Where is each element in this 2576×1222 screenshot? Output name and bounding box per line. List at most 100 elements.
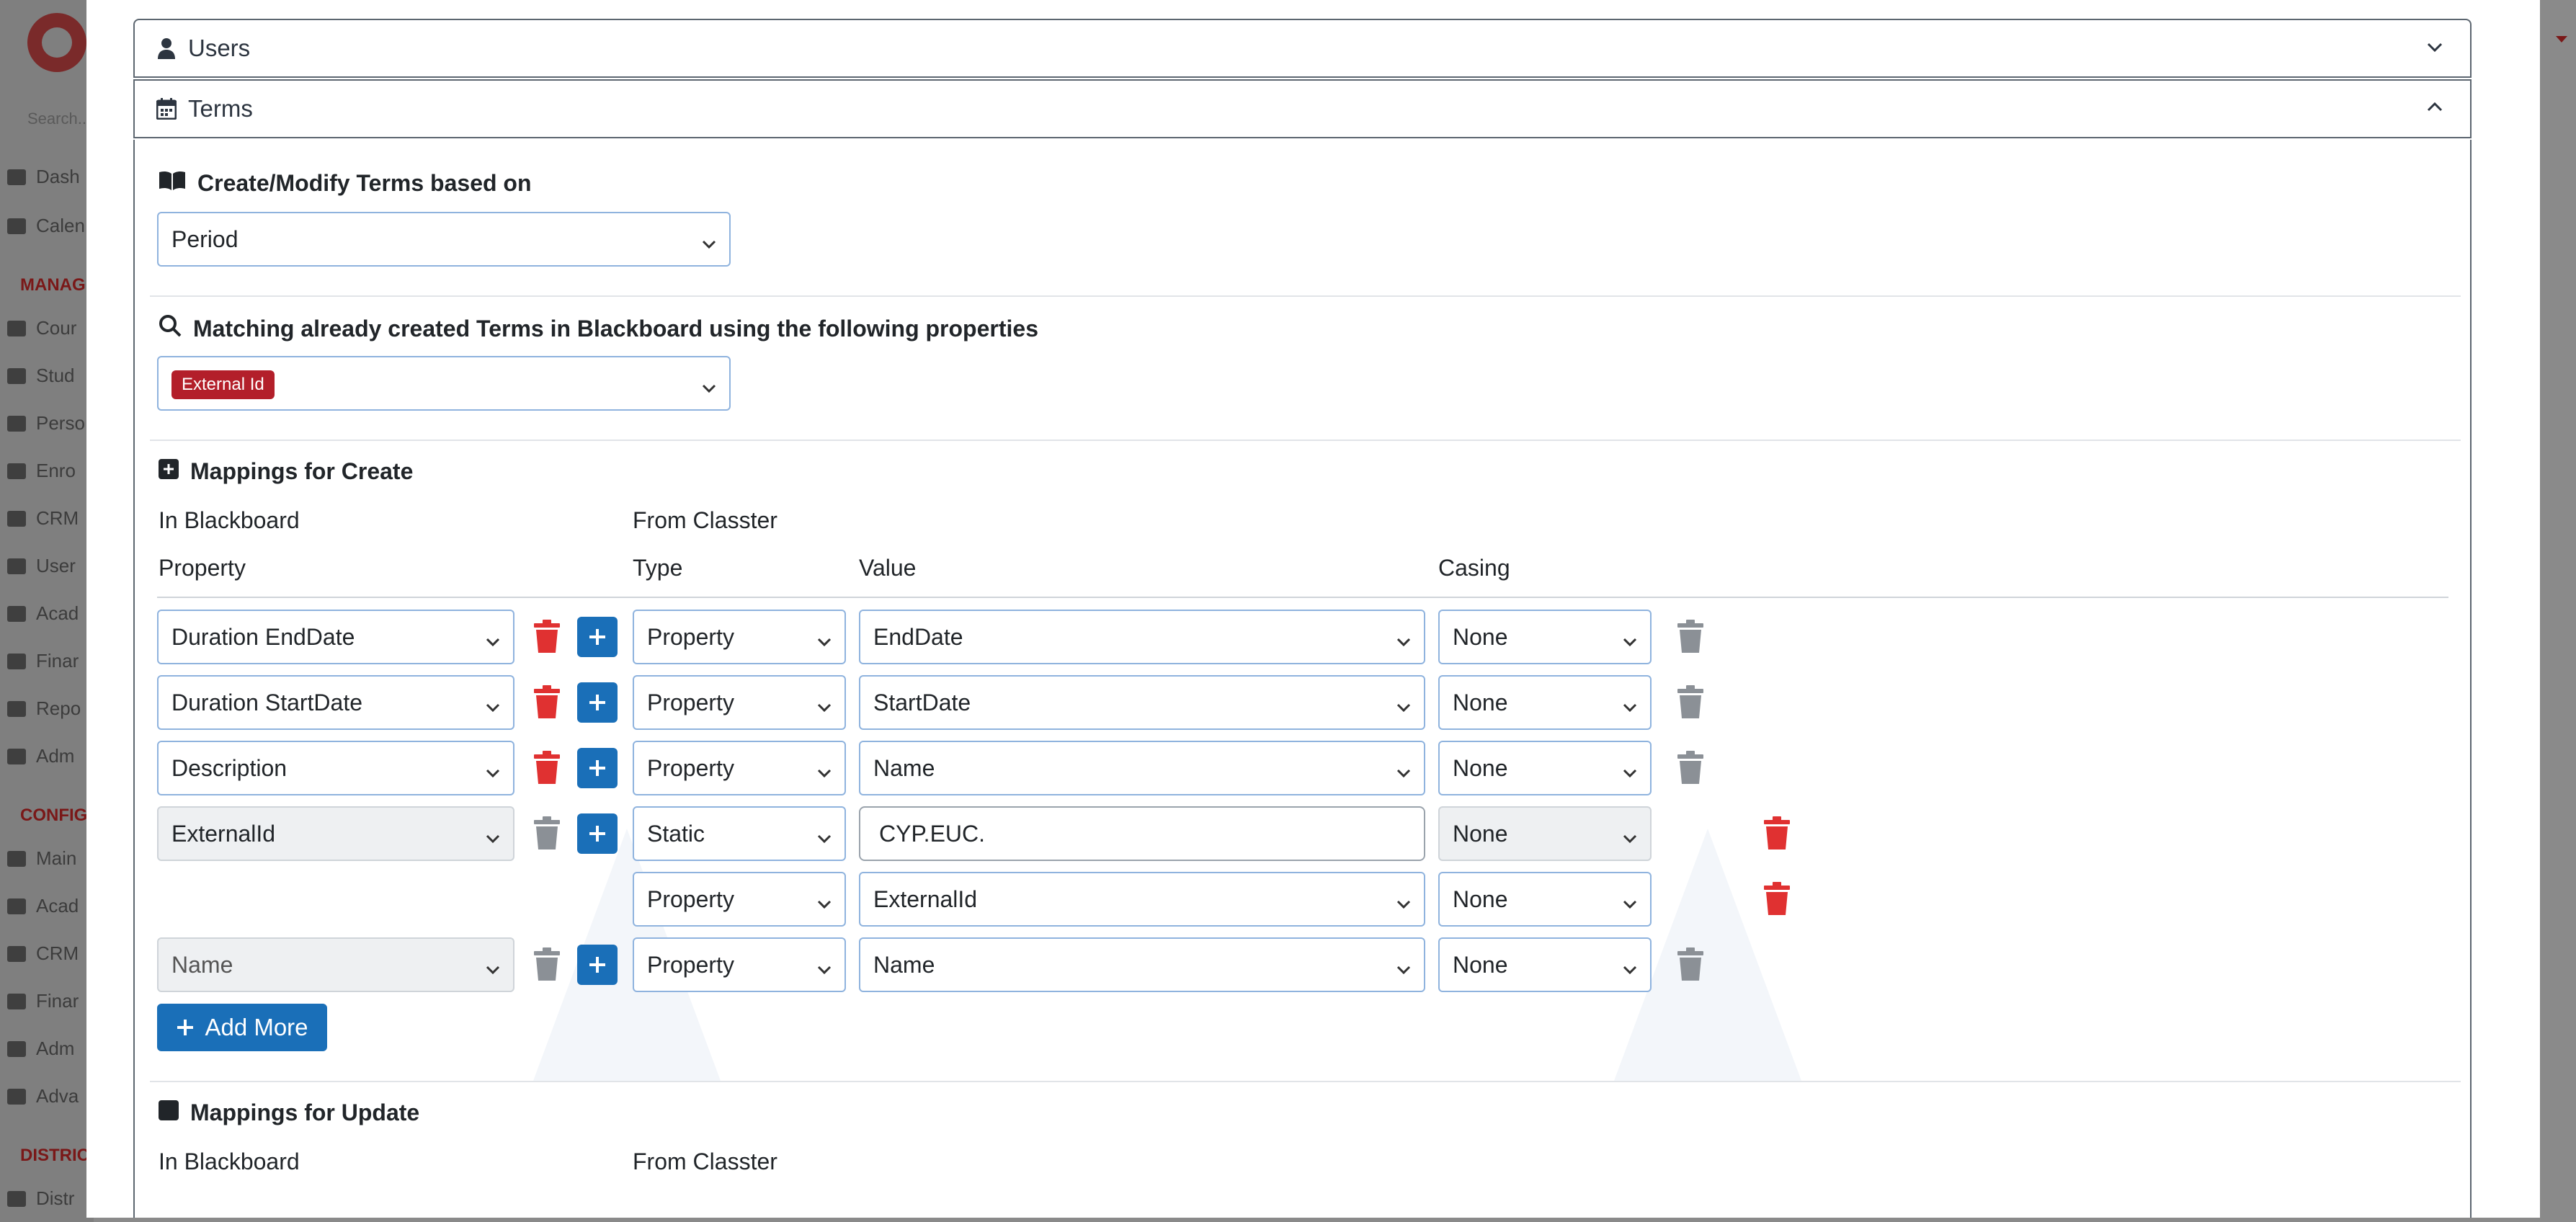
mapping-type-select[interactable]: Property <box>633 741 846 795</box>
chevron-down-icon <box>700 232 718 259</box>
sidebar-section-config: CONFIG <box>20 806 88 825</box>
sidebar-item-dashboard[interactable]: Dash <box>7 166 80 188</box>
mapping-casing-select[interactable]: None <box>1438 872 1652 927</box>
mapping-property-select[interactable]: Duration StartDate <box>157 675 514 730</box>
delete-value-trash-icon[interactable] <box>1762 882 1791 917</box>
accordion-users-label: Users <box>188 35 251 61</box>
add-value-button[interactable] <box>577 682 618 723</box>
sidebar-item-admin[interactable]: Adm <box>7 745 74 767</box>
column-header-casing: Casing <box>1438 555 1510 581</box>
mapping-type-select[interactable]: Property <box>633 937 846 992</box>
sidebar-item-enrollments[interactable]: Enro <box>7 460 76 482</box>
mapping-property-select[interactable]: Duration EndDate <box>157 610 514 664</box>
accordion-terms-header[interactable]: Terms <box>133 79 2472 138</box>
sidebar-item-courses[interactable]: Cour <box>7 317 76 339</box>
mapping-type-select[interactable]: Property <box>633 872 846 927</box>
mapping-casing-select[interactable]: None <box>1438 937 1652 992</box>
sidebar-section-manage: MANAG <box>20 275 86 295</box>
mapping-type-select[interactable]: Property <box>633 610 846 664</box>
chevron-down-icon <box>484 761 502 788</box>
chevron-down-icon <box>1621 630 1639 656</box>
delete-property-trash-icon[interactable] <box>532 685 561 720</box>
matching-properties-select[interactable]: External Id <box>157 356 731 411</box>
delete-value-trash-icon[interactable] <box>1762 816 1791 851</box>
chevron-down-icon <box>1395 958 1412 984</box>
add-more-button[interactable]: Add More <box>157 1004 327 1051</box>
mapping-casing-select[interactable]: None <box>1438 675 1652 730</box>
user-icon <box>156 37 177 59</box>
accordion-users-header[interactable]: Users <box>133 19 2472 78</box>
section-divider <box>150 440 2461 441</box>
delete-value-trash-icon[interactable] <box>1676 685 1705 720</box>
mapping-type-select[interactable]: Property <box>633 675 846 730</box>
delete-property-trash-icon[interactable] <box>532 620 561 654</box>
chevron-down-icon <box>1621 695 1639 722</box>
sidebar-item-users[interactable]: User <box>7 555 76 577</box>
matching-tag[interactable]: External Id <box>171 370 275 399</box>
chevron-down-icon <box>484 695 502 722</box>
chevron-up-icon <box>2425 98 2444 120</box>
sidebar-item-crm-config[interactable]: CRM <box>7 942 79 965</box>
chevron-down-icon <box>1395 892 1412 919</box>
mapping-casing-select[interactable]: None <box>1438 610 1652 664</box>
sidebar-item-students[interactable]: Stud <box>7 365 75 387</box>
delete-value-trash-icon[interactable] <box>1676 620 1705 654</box>
delete-property-trash-icon[interactable] <box>532 751 561 785</box>
from-classter-label: From Classter <box>633 507 777 533</box>
mapping-static-value-input[interactable]: CYP.EUC. <box>859 806 1425 861</box>
sidebar-item-calendar[interactable]: Calen <box>7 215 85 237</box>
finance-icon <box>7 993 26 1009</box>
mapping-property-select: Name <box>157 937 514 992</box>
academic-icon <box>7 605 26 622</box>
mapping-casing-select[interactable]: None <box>1438 741 1652 795</box>
mapping-value-select[interactable]: EndDate <box>859 610 1425 664</box>
plus-square-icon <box>159 458 179 485</box>
mapping-value-select[interactable]: ExternalId <box>859 872 1425 927</box>
sidebar-item-finance[interactable]: Finar <box>7 650 79 672</box>
maintenance-icon <box>7 850 26 867</box>
laptop-icon <box>7 169 26 185</box>
sidebar-item-maintenance[interactable]: Main <box>7 847 76 870</box>
sidebar-item-district[interactable]: Distr <box>7 1187 74 1210</box>
create-modify-select[interactable]: Period <box>157 212 731 267</box>
mapping-property-select[interactable]: Description <box>157 741 514 795</box>
delete-value-trash-icon[interactable] <box>1676 751 1705 785</box>
chevron-down-icon <box>1395 630 1412 656</box>
update-from-classter-label: From Classter <box>633 1149 777 1174</box>
delete-value-trash-icon[interactable] <box>1676 947 1705 982</box>
mapping-type-select[interactable]: Static <box>633 806 846 861</box>
sidebar-search[interactable]: Search... <box>27 110 91 128</box>
update-in-blackboard-label: In Blackboard <box>159 1149 300 1174</box>
sidebar-item-crm[interactable]: CRM <box>7 507 79 530</box>
sidebar-section-district: DISTRIC <box>20 1146 89 1165</box>
person-icon <box>7 415 26 432</box>
sidebar-item-advanced[interactable]: Adva <box>7 1085 79 1107</box>
chevron-down-icon <box>1395 695 1412 722</box>
add-value-button[interactable] <box>577 748 618 788</box>
plus-icon <box>589 760 605 776</box>
delete-property-trash-icon[interactable] <box>532 947 561 982</box>
sidebar-item-admin-config[interactable]: Adm <box>7 1038 74 1060</box>
sidebar-item-academic[interactable]: Acad <box>7 602 79 625</box>
crm-icon <box>7 945 26 962</box>
mapping-value-select[interactable]: Name <box>859 937 1425 992</box>
sidebar-item-academic-config[interactable]: Acad <box>7 895 79 917</box>
mapping-value-select[interactable]: Name <box>859 741 1425 795</box>
sidebar-item-reports[interactable]: Repo <box>7 697 81 720</box>
mapping-value-select[interactable]: StartDate <box>859 675 1425 730</box>
delete-property-trash-icon[interactable] <box>532 816 561 851</box>
add-value-button[interactable] <box>577 813 618 854</box>
create-modify-title: Create/Modify Terms based on <box>159 170 532 197</box>
chevron-down-icon <box>1395 761 1412 788</box>
sidebar-item-finance-config[interactable]: Finar <box>7 990 79 1012</box>
enrollment-icon <box>7 463 26 479</box>
user-key-icon <box>7 558 26 574</box>
calendar-icon <box>156 98 177 120</box>
add-value-button[interactable] <box>577 945 618 985</box>
column-header-property: Property <box>159 555 246 581</box>
chevron-down-icon <box>1621 761 1639 788</box>
gear-icon <box>7 1088 26 1105</box>
add-value-button[interactable] <box>577 617 618 657</box>
sidebar-item-persons[interactable]: Perso <box>7 412 85 434</box>
academic-icon <box>7 898 26 914</box>
